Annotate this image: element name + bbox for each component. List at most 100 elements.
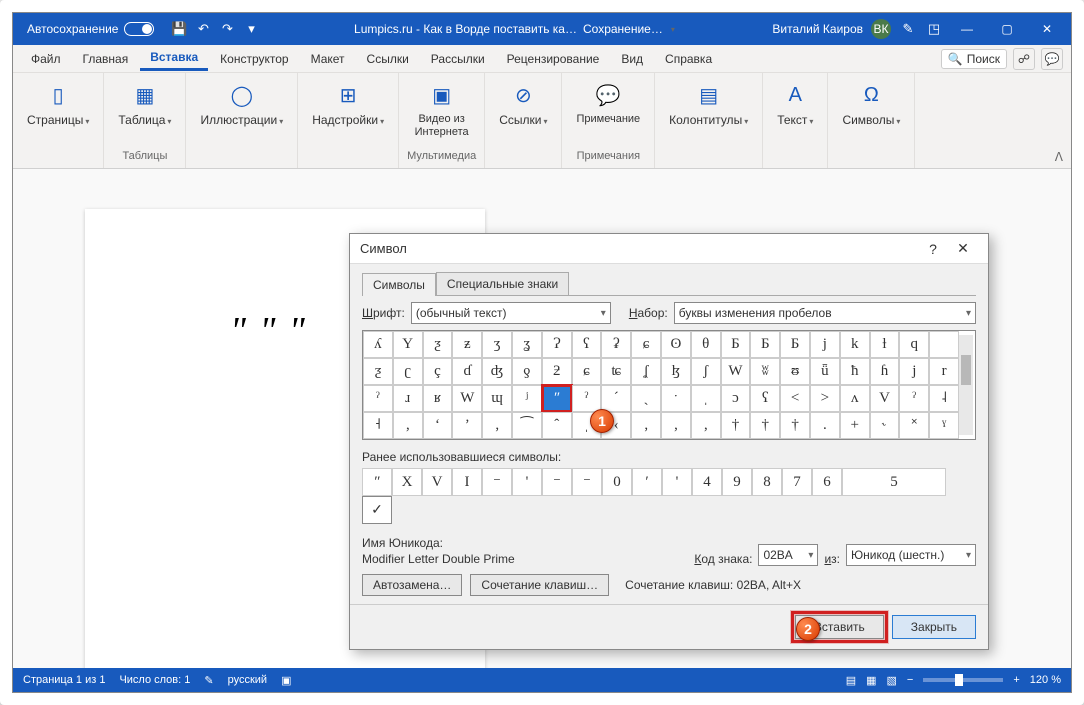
toggle-switch-icon[interactable] [124, 22, 154, 36]
print-layout-icon[interactable]: ▦ [866, 674, 876, 687]
recent-symbol[interactable]: V [422, 468, 452, 496]
charcode-input[interactable]: 02BA [758, 544, 818, 566]
autocorrect-button[interactable]: Автозамена… [362, 574, 462, 596]
symbol-cell[interactable]: r [929, 358, 959, 385]
symbol-cell[interactable]: ƚ [870, 331, 900, 358]
symbol-cell[interactable]: ʌ [840, 385, 870, 412]
symbol-cell[interactable]: ɰ [482, 385, 512, 412]
tab-file[interactable]: Файл [21, 48, 71, 70]
addins-button[interactable]: ⊞ Надстройки▾ [306, 77, 390, 132]
symbol-cell[interactable]: ⁀ [512, 412, 542, 439]
zoom-in-button[interactable]: + [1013, 674, 1019, 686]
symbol-cell[interactable]: ʗ [393, 358, 423, 385]
symbol-cell[interactable]: ɦ [870, 358, 900, 385]
header-footer-button[interactable]: ▤ Колонтитулы▾ [663, 77, 754, 132]
recent-symbol[interactable]: I [452, 468, 482, 496]
avatar[interactable]: ВК [871, 19, 891, 39]
links-button[interactable]: ⊘ Ссылки▾ [493, 77, 553, 132]
symbol-cell[interactable]: ʤ [482, 358, 512, 385]
symbol-cell[interactable]: Ƃ [750, 331, 780, 358]
pages-button[interactable]: ▯ Страницы▾ [21, 77, 95, 132]
chevron-down-icon[interactable]: ▾ [671, 25, 675, 34]
language-status[interactable]: русский [228, 674, 267, 686]
share-button[interactable]: ☍ [1013, 48, 1035, 70]
symbol-cell[interactable]: ˌ [691, 385, 721, 412]
symbol-cell[interactable]: ᵿ [780, 358, 810, 385]
word-count[interactable]: Число слов: 1 [119, 674, 190, 686]
subset-select[interactable]: буквы изменения пробелов [674, 302, 976, 324]
symbol-cell[interactable]: ʁ [423, 385, 453, 412]
symbol-cell[interactable]: ˞ [870, 412, 900, 439]
zoom-level[interactable]: 120 % [1030, 674, 1061, 686]
tab-layout[interactable]: Макет [301, 48, 355, 70]
symbol-cell[interactable]: ħ [840, 358, 870, 385]
symbol-cell[interactable]: θ [691, 331, 721, 358]
symbol-cell[interactable]: ‚ [691, 412, 721, 439]
symbol-cell[interactable]: ʕ [750, 385, 780, 412]
symbol-cell[interactable]: ƍ [512, 358, 542, 385]
symbol-cell[interactable]: < [780, 385, 810, 412]
illustrations-button[interactable]: ◯ Иллюстрации▾ [194, 77, 289, 132]
symbol-cell[interactable]: ƻ [542, 358, 572, 385]
symbol-cell[interactable]: ˧ [363, 412, 393, 439]
symbol-cell[interactable]: ˠ [929, 412, 959, 439]
macro-icon[interactable]: ▣ [281, 674, 291, 687]
symbol-cell[interactable]: † [750, 412, 780, 439]
symbol-cell[interactable]: ɮ [661, 358, 691, 385]
recent-symbol[interactable]: X [392, 468, 422, 496]
symbol-cell[interactable]: † [721, 412, 751, 439]
symbol-cell[interactable]: ɹ [393, 385, 423, 412]
symbol-cell[interactable]: . [810, 412, 840, 439]
symbol-cell[interactable]: q [899, 331, 929, 358]
tab-mailings[interactable]: Рассылки [421, 48, 495, 70]
pin-checkbox[interactable] [362, 496, 392, 524]
symbol-cell[interactable]: ‚ [631, 412, 661, 439]
symbol-cell[interactable]: ʨ [601, 358, 631, 385]
symbol-cell[interactable]: + [840, 412, 870, 439]
symbol-cell[interactable]: ǖ [810, 358, 840, 385]
recent-symbol[interactable]: 4 [692, 468, 722, 496]
recent-symbol[interactable]: 7 [782, 468, 812, 496]
text-button[interactable]: A Текст▾ [771, 77, 819, 132]
symbol-cell[interactable]: ’ [452, 412, 482, 439]
symbol-cell[interactable]: ƺ [423, 331, 453, 358]
tab-home[interactable]: Главная [73, 48, 139, 70]
symbol-cell[interactable]: ʬ [750, 358, 780, 385]
comments-button[interactable]: 💬 [1041, 48, 1063, 70]
close-dialog-button[interactable]: Закрыть [892, 615, 976, 639]
symbol-cell[interactable]: ˟ [899, 412, 929, 439]
symbol-cell[interactable]: ʲ [512, 385, 542, 412]
recent-symbol[interactable]: ⁻ [542, 468, 572, 496]
symbol-cell[interactable]: † [780, 412, 810, 439]
symbol-cell[interactable]: ‘ [423, 412, 453, 439]
tab-view[interactable]: Вид [611, 48, 653, 70]
symbol-cell[interactable]: ˏ [631, 385, 661, 412]
autosave-toggle[interactable]: Автосохранение [27, 22, 154, 36]
symbol-cell[interactable]: V [870, 385, 900, 412]
symbol-cell[interactable]: ʆ [631, 358, 661, 385]
symbol-cell[interactable]: Б [721, 331, 751, 358]
close-button[interactable]: ✕ [1027, 13, 1067, 45]
dialog-close-button[interactable]: ✕ [948, 240, 978, 257]
symbol-cell[interactable]: ç [423, 358, 453, 385]
symbol-cell[interactable]: j [899, 358, 929, 385]
tab-review[interactable]: Рецензирование [497, 48, 610, 70]
recent-symbol[interactable]: 6 [812, 468, 842, 496]
comment-button[interactable]: 💬 Примечание [570, 77, 646, 130]
font-select[interactable]: (обычный текст) [411, 302, 611, 324]
tab-help[interactable]: Справка [655, 48, 722, 70]
pen-icon[interactable]: ✎ [899, 20, 917, 38]
symbol-cell[interactable]: ɔ [721, 385, 751, 412]
symbol-cell-selected[interactable]: ʺ [542, 385, 572, 412]
undo-icon[interactable]: ↶ [194, 20, 212, 38]
recent-symbol[interactable]: ′ [632, 468, 662, 496]
symbol-cell[interactable]: ˀ [363, 385, 393, 412]
page-status[interactable]: Страница 1 из 1 [23, 674, 105, 686]
shortcut-button[interactable]: Сочетание клавиш… [470, 574, 609, 596]
symbols-button[interactable]: Ω Символы▾ [836, 77, 906, 132]
zoom-slider[interactable] [923, 678, 1003, 682]
symbol-cell[interactable]: W [452, 385, 482, 412]
symbol-cell[interactable]: ʃ [691, 358, 721, 385]
scrollbar[interactable] [959, 335, 973, 435]
symbol-cell[interactable]: ɕ [631, 331, 661, 358]
